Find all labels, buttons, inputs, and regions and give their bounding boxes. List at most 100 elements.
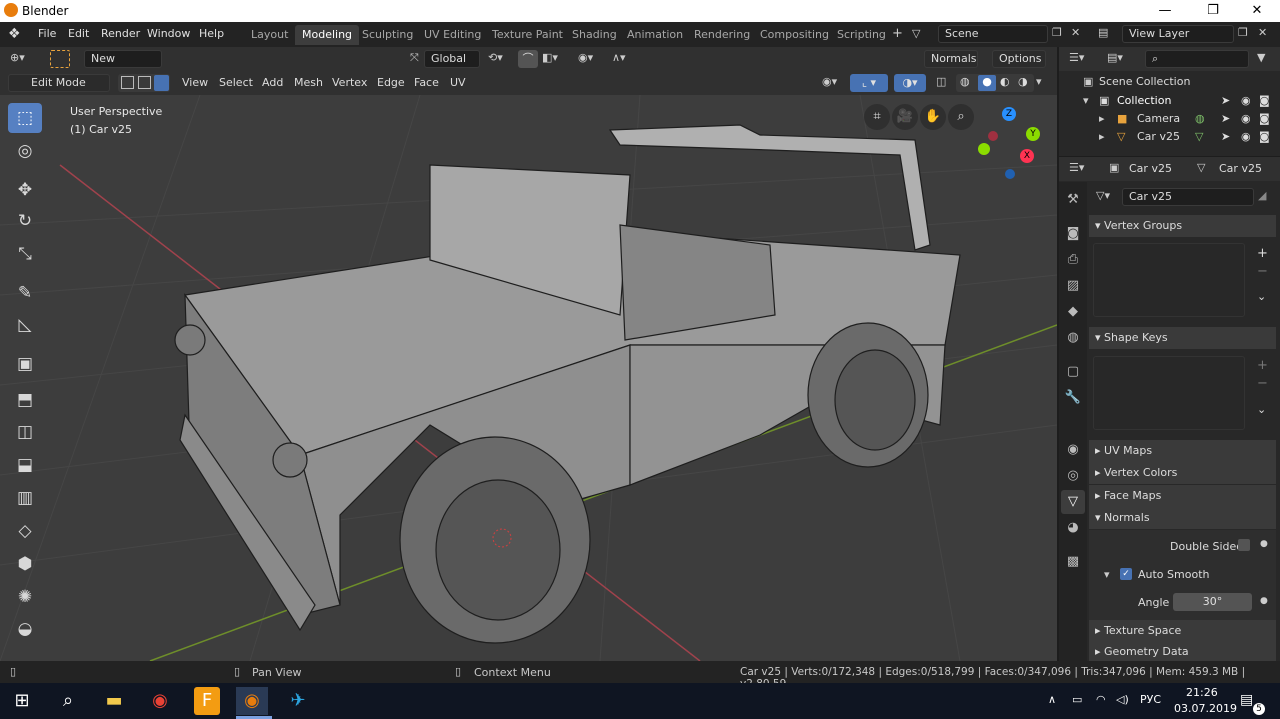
- face-maps-panel[interactable]: ▸ Face Maps: [1089, 485, 1276, 507]
- proportional-edit-icon[interactable]: ◉▾: [578, 51, 593, 64]
- normals-dropdown[interactable]: Normals: [924, 50, 978, 68]
- tab-sculpting[interactable]: Sculpting: [355, 25, 420, 45]
- new-selection-dropdown[interactable]: New: [84, 50, 162, 68]
- mesh-data-icon[interactable]: ▽: [1195, 128, 1203, 146]
- shape-key-menu-icon[interactable]: ⌄: [1257, 403, 1266, 416]
- viewport-menu-face[interactable]: Face: [414, 76, 439, 89]
- orientation-dropdown[interactable]: Global: [424, 50, 480, 68]
- uv-maps-panel[interactable]: ▸ UV Maps: [1089, 440, 1276, 462]
- viewport-menu-edge[interactable]: Edge: [377, 76, 405, 89]
- view-layer-delete-icon[interactable]: ✕: [1258, 26, 1267, 39]
- windows-start-icon[interactable]: ⊞: [6, 687, 38, 715]
- view-layer-tab-icon[interactable]: ▨: [1061, 274, 1085, 298]
- tab-rendering[interactable]: Rendering: [687, 25, 757, 45]
- battery-icon[interactable]: ▭: [1072, 693, 1082, 706]
- render-tab-icon[interactable]: ◙: [1061, 222, 1085, 246]
- scene-icon[interactable]: ▽: [912, 27, 920, 40]
- solid-shading-icon[interactable]: ●: [978, 75, 996, 91]
- visibility-icon[interactable]: ◉▾: [822, 75, 837, 88]
- viewport-menu-view[interactable]: View: [182, 76, 208, 89]
- double-sided-checkbox[interactable]: [1238, 539, 1250, 551]
- blender-taskbar-icon[interactable]: ◉: [236, 687, 268, 715]
- shading-options-icon[interactable]: ▾: [1036, 75, 1042, 88]
- gizmo-x-axis[interactable]: X: [1020, 149, 1034, 163]
- rotate-tool[interactable]: ↻: [8, 206, 42, 236]
- grid-view-icon[interactable]: ⌗: [864, 104, 890, 130]
- outliner-row-collection[interactable]: ▾ ▣ Collection ➤ ◉ ◙: [1059, 92, 1280, 110]
- filter-icon[interactable]: ▼: [1257, 51, 1265, 64]
- tab-texture-paint[interactable]: Texture Paint: [485, 25, 570, 45]
- scale-tool[interactable]: ⤡: [8, 239, 42, 269]
- gizmo-y-axis[interactable]: Y: [1026, 127, 1040, 141]
- normals-panel[interactable]: ▾ Normals: [1089, 507, 1276, 529]
- pan-hand-icon[interactable]: ✋: [920, 104, 946, 130]
- render-camera-icon[interactable]: ◙: [1259, 92, 1270, 110]
- viewport-menu-uv[interactable]: UV: [450, 76, 466, 89]
- auto-smooth-expand-icon[interactable]: ▾: [1104, 568, 1110, 581]
- add-shape-key-icon[interactable]: +: [1257, 358, 1268, 373]
- eye-icon[interactable]: ◉: [1241, 92, 1251, 110]
- view-layer-copy-icon[interactable]: ❐: [1238, 26, 1248, 39]
- view-layer-field[interactable]: View Layer: [1122, 25, 1234, 43]
- inset-tool[interactable]: ◫: [8, 417, 42, 447]
- eye-icon[interactable]: ◉: [1241, 110, 1251, 128]
- mode-dropdown[interactable]: Edit Mode: [8, 74, 110, 92]
- tab-uv-editing[interactable]: UV Editing: [417, 25, 488, 45]
- expand-arrow-icon[interactable]: ▾: [1083, 92, 1089, 110]
- texture-tab-icon[interactable]: ▩: [1061, 550, 1085, 574]
- vertex-group-menu-icon[interactable]: ⌄: [1257, 290, 1266, 303]
- outliner-row-car[interactable]: ▸ ▽ Car v25 ▽ ➤ ◉ ◙: [1059, 128, 1280, 146]
- poly-build-tool[interactable]: ⬢: [8, 549, 42, 579]
- selectable-icon[interactable]: ➤: [1221, 128, 1230, 146]
- clock-time[interactable]: 21:26: [1186, 686, 1218, 699]
- add-vertex-group-icon[interactable]: +: [1257, 246, 1268, 261]
- notifications-icon[interactable]: ▤: [1240, 692, 1253, 708]
- remove-shape-key-icon[interactable]: −: [1257, 376, 1268, 391]
- keyframe-dot-icon[interactable]: ●: [1260, 596, 1268, 606]
- cursor-tool[interactable]: ◎: [8, 136, 42, 166]
- angle-field[interactable]: 30°: [1173, 593, 1252, 611]
- extrude-tool[interactable]: ⬒: [8, 385, 42, 415]
- keyframe-dot-icon[interactable]: ●: [1260, 539, 1268, 549]
- render-camera-icon[interactable]: ◙: [1259, 128, 1270, 146]
- view-layer-icon[interactable]: ▤: [1098, 26, 1108, 39]
- shape-keys-panel[interactable]: ▾ Shape Keys: [1089, 327, 1276, 349]
- mesh-name-field[interactable]: Car v25: [1122, 188, 1254, 206]
- scene-field[interactable]: Scene: [938, 25, 1048, 43]
- knife-tool[interactable]: ◇: [8, 516, 42, 546]
- gizmo-neg-y-axis[interactable]: [978, 143, 990, 155]
- display-mode-icon[interactable]: ▤▾: [1107, 51, 1123, 64]
- eye-icon[interactable]: ◉: [1241, 128, 1251, 146]
- properties-editor-icon[interactable]: ☰▾: [1069, 161, 1084, 174]
- menu-window[interactable]: Window: [147, 27, 190, 40]
- smooth-tool[interactable]: ◒: [8, 614, 42, 644]
- output-tab-icon[interactable]: ⎙: [1061, 248, 1085, 272]
- vertex-groups-list[interactable]: [1093, 243, 1245, 317]
- outliner-editor-icon[interactable]: ☰▾: [1069, 51, 1084, 64]
- overlay-toggle-icon[interactable]: ◑▾: [894, 74, 926, 92]
- outliner-row-scene-collection[interactable]: ▣ Scene Collection: [1059, 73, 1280, 91]
- expand-arrow-icon[interactable]: ▸: [1099, 110, 1105, 128]
- search-icon[interactable]: ⌕: [52, 687, 84, 715]
- shape-keys-list[interactable]: [1093, 356, 1245, 430]
- gizmo-z-axis[interactable]: Z: [1002, 107, 1016, 121]
- falloff-icon[interactable]: ∧▾: [612, 51, 626, 64]
- remove-vertex-group-icon[interactable]: −: [1257, 264, 1268, 279]
- annotate-tool[interactable]: ✎: [8, 278, 42, 308]
- vertex-select-icon[interactable]: [121, 76, 134, 89]
- maximize-button[interactable]: ❐: [1190, 0, 1236, 22]
- tab-animation[interactable]: Animation: [620, 25, 690, 45]
- camera-data-icon[interactable]: ◍: [1195, 110, 1205, 128]
- add-cube-tool[interactable]: ▣: [8, 349, 42, 379]
- object-tab-icon[interactable]: ▢: [1061, 360, 1085, 384]
- geometry-data-panel[interactable]: ▸ Geometry Data: [1089, 642, 1276, 661]
- wifi-icon[interactable]: ◠: [1096, 693, 1106, 706]
- selectable-icon[interactable]: ➤: [1221, 110, 1230, 128]
- render-camera-icon[interactable]: ◙: [1259, 110, 1270, 128]
- tab-compositing[interactable]: Compositing: [753, 25, 836, 45]
- camera-view-icon[interactable]: 🎥: [892, 104, 918, 130]
- language-indicator[interactable]: РУС: [1140, 693, 1161, 706]
- menu-help[interactable]: Help: [199, 27, 224, 40]
- texture-space-panel[interactable]: ▸ Texture Space: [1089, 620, 1276, 642]
- wireframe-shading-icon[interactable]: ◍: [960, 75, 970, 88]
